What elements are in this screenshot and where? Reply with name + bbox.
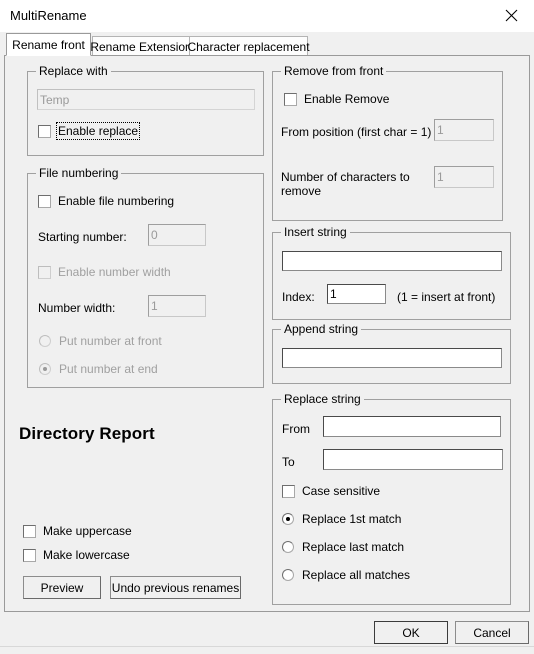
cancel-button-label: Cancel	[473, 625, 511, 640]
checkbox-box	[23, 524, 36, 538]
group-append-string-title: Append string	[281, 322, 362, 336]
tab-character-replacement-label: Character replacement	[187, 39, 310, 54]
enable-file-numbering-checkbox[interactable]: Enable file numbering	[38, 194, 174, 208]
preview-button-label: Preview	[40, 580, 84, 595]
enable-file-numbering-label: Enable file numbering	[58, 194, 175, 208]
group-insert-string-title: Insert string	[281, 225, 350, 239]
index-label: Index:	[282, 290, 315, 304]
checkbox-box	[282, 484, 295, 498]
enable-number-width-label: Enable number width	[58, 265, 171, 279]
enable-remove-label: Enable Remove	[304, 92, 390, 106]
radio-circle	[282, 541, 294, 553]
radio-circle	[39, 363, 51, 375]
starting-number-label: Starting number:	[38, 230, 127, 244]
enable-replace-checkbox[interactable]: Enable replace	[38, 122, 141, 140]
enable-replace-label: Enable replace	[55, 122, 141, 140]
group-replace-with: Replace with Enable replace	[27, 64, 264, 156]
preview-button[interactable]: Preview	[23, 576, 101, 599]
undo-button-label: Undo previous renames	[111, 580, 240, 595]
tab-panel-rename-front: Replace with Enable replace File numberi…	[4, 55, 530, 612]
replace-from-input[interactable]	[323, 416, 501, 437]
case-sensitive-label: Case sensitive	[302, 484, 381, 498]
make-lowercase-checkbox[interactable]: Make lowercase	[23, 548, 130, 562]
index-input[interactable]	[327, 284, 386, 304]
cancel-button[interactable]: Cancel	[455, 621, 529, 644]
group-insert-string: Insert string Index: (1 = insert at fron…	[272, 225, 511, 320]
radio-replace-last-match[interactable]: Replace last match	[282, 540, 404, 554]
group-replace-with-title: Replace with	[36, 64, 111, 78]
radio-replace-first-match-label: Replace 1st match	[302, 512, 402, 526]
append-string-input[interactable]	[282, 348, 502, 368]
radio-circle	[282, 513, 294, 525]
tab-rename-extension[interactable]: Rename Extension	[90, 36, 192, 56]
title-bar: MultiRename	[0, 0, 534, 33]
close-icon	[505, 9, 518, 22]
checkbox-box	[38, 124, 51, 138]
tab-rename-front[interactable]: Rename front	[6, 33, 91, 56]
starting-number-input[interactable]	[148, 224, 206, 246]
from-position-input[interactable]	[434, 119, 494, 141]
tab-rename-extension-label: Rename Extension	[90, 39, 192, 54]
group-remove-from-front: Remove from front Enable Remove From pos…	[272, 64, 503, 221]
radio-replace-first-match[interactable]: Replace 1st match	[282, 512, 401, 526]
undo-previous-renames-button[interactable]: Undo previous renames	[110, 576, 241, 599]
group-file-numbering: File numbering Enable file numbering Sta…	[27, 166, 264, 388]
make-uppercase-label: Make uppercase	[43, 524, 132, 538]
number-width-input[interactable]	[148, 295, 206, 317]
tab-strip: Rename front Rename Extension Character …	[0, 32, 534, 56]
radio-put-number-at-end-label: Put number at end	[59, 362, 158, 376]
tab-character-replacement[interactable]: Character replacement	[187, 36, 310, 56]
make-lowercase-label: Make lowercase	[43, 548, 130, 562]
group-replace-string-title: Replace string	[281, 392, 364, 406]
checkbox-box	[38, 265, 51, 279]
enable-remove-checkbox[interactable]: Enable Remove	[284, 92, 389, 106]
radio-circle	[39, 335, 51, 347]
directory-report-heading: Directory Report	[19, 424, 155, 443]
from-position-label: From position (first char = 1)	[281, 125, 432, 139]
radio-replace-all-matches[interactable]: Replace all matches	[282, 568, 410, 582]
checkbox-box	[23, 548, 36, 562]
radio-circle	[282, 569, 294, 581]
number-width-label: Number width:	[38, 301, 116, 315]
checkbox-box	[38, 194, 51, 208]
group-remove-from-front-title: Remove from front	[281, 64, 387, 78]
group-file-numbering-title: File numbering	[36, 166, 122, 180]
case-sensitive-checkbox[interactable]: Case sensitive	[282, 484, 380, 498]
radio-put-number-at-front-label: Put number at front	[59, 334, 162, 348]
number-of-characters-input[interactable]	[434, 166, 494, 188]
make-uppercase-checkbox[interactable]: Make uppercase	[23, 524, 132, 538]
window-title: MultiRename	[10, 8, 87, 23]
group-replace-string: Replace string From To Case sensitive Re…	[272, 392, 511, 605]
radio-put-number-at-front[interactable]: Put number at front	[39, 334, 162, 348]
replace-to-label: To	[282, 455, 295, 469]
replace-to-input[interactable]	[323, 449, 503, 470]
insert-string-input[interactable]	[282, 251, 502, 271]
footer-separator	[0, 646, 534, 647]
replace-from-label: From	[282, 422, 310, 436]
checkbox-box	[284, 92, 297, 106]
radio-replace-all-matches-label: Replace all matches	[302, 568, 411, 582]
number-of-characters-label: Number of characters to remove	[281, 170, 410, 198]
replace-with-input[interactable]	[37, 89, 255, 110]
ok-button[interactable]: OK	[374, 621, 448, 644]
index-hint: (1 = insert at front)	[397, 290, 496, 304]
close-button[interactable]	[489, 0, 534, 30]
enable-number-width-checkbox[interactable]: Enable number width	[38, 265, 171, 279]
group-append-string: Append string	[272, 322, 511, 384]
radio-replace-last-match-label: Replace last match	[302, 540, 405, 554]
tab-rename-front-label: Rename front	[12, 37, 85, 52]
ok-button-label: OK	[402, 625, 420, 640]
radio-put-number-at-end[interactable]: Put number at end	[39, 362, 158, 376]
